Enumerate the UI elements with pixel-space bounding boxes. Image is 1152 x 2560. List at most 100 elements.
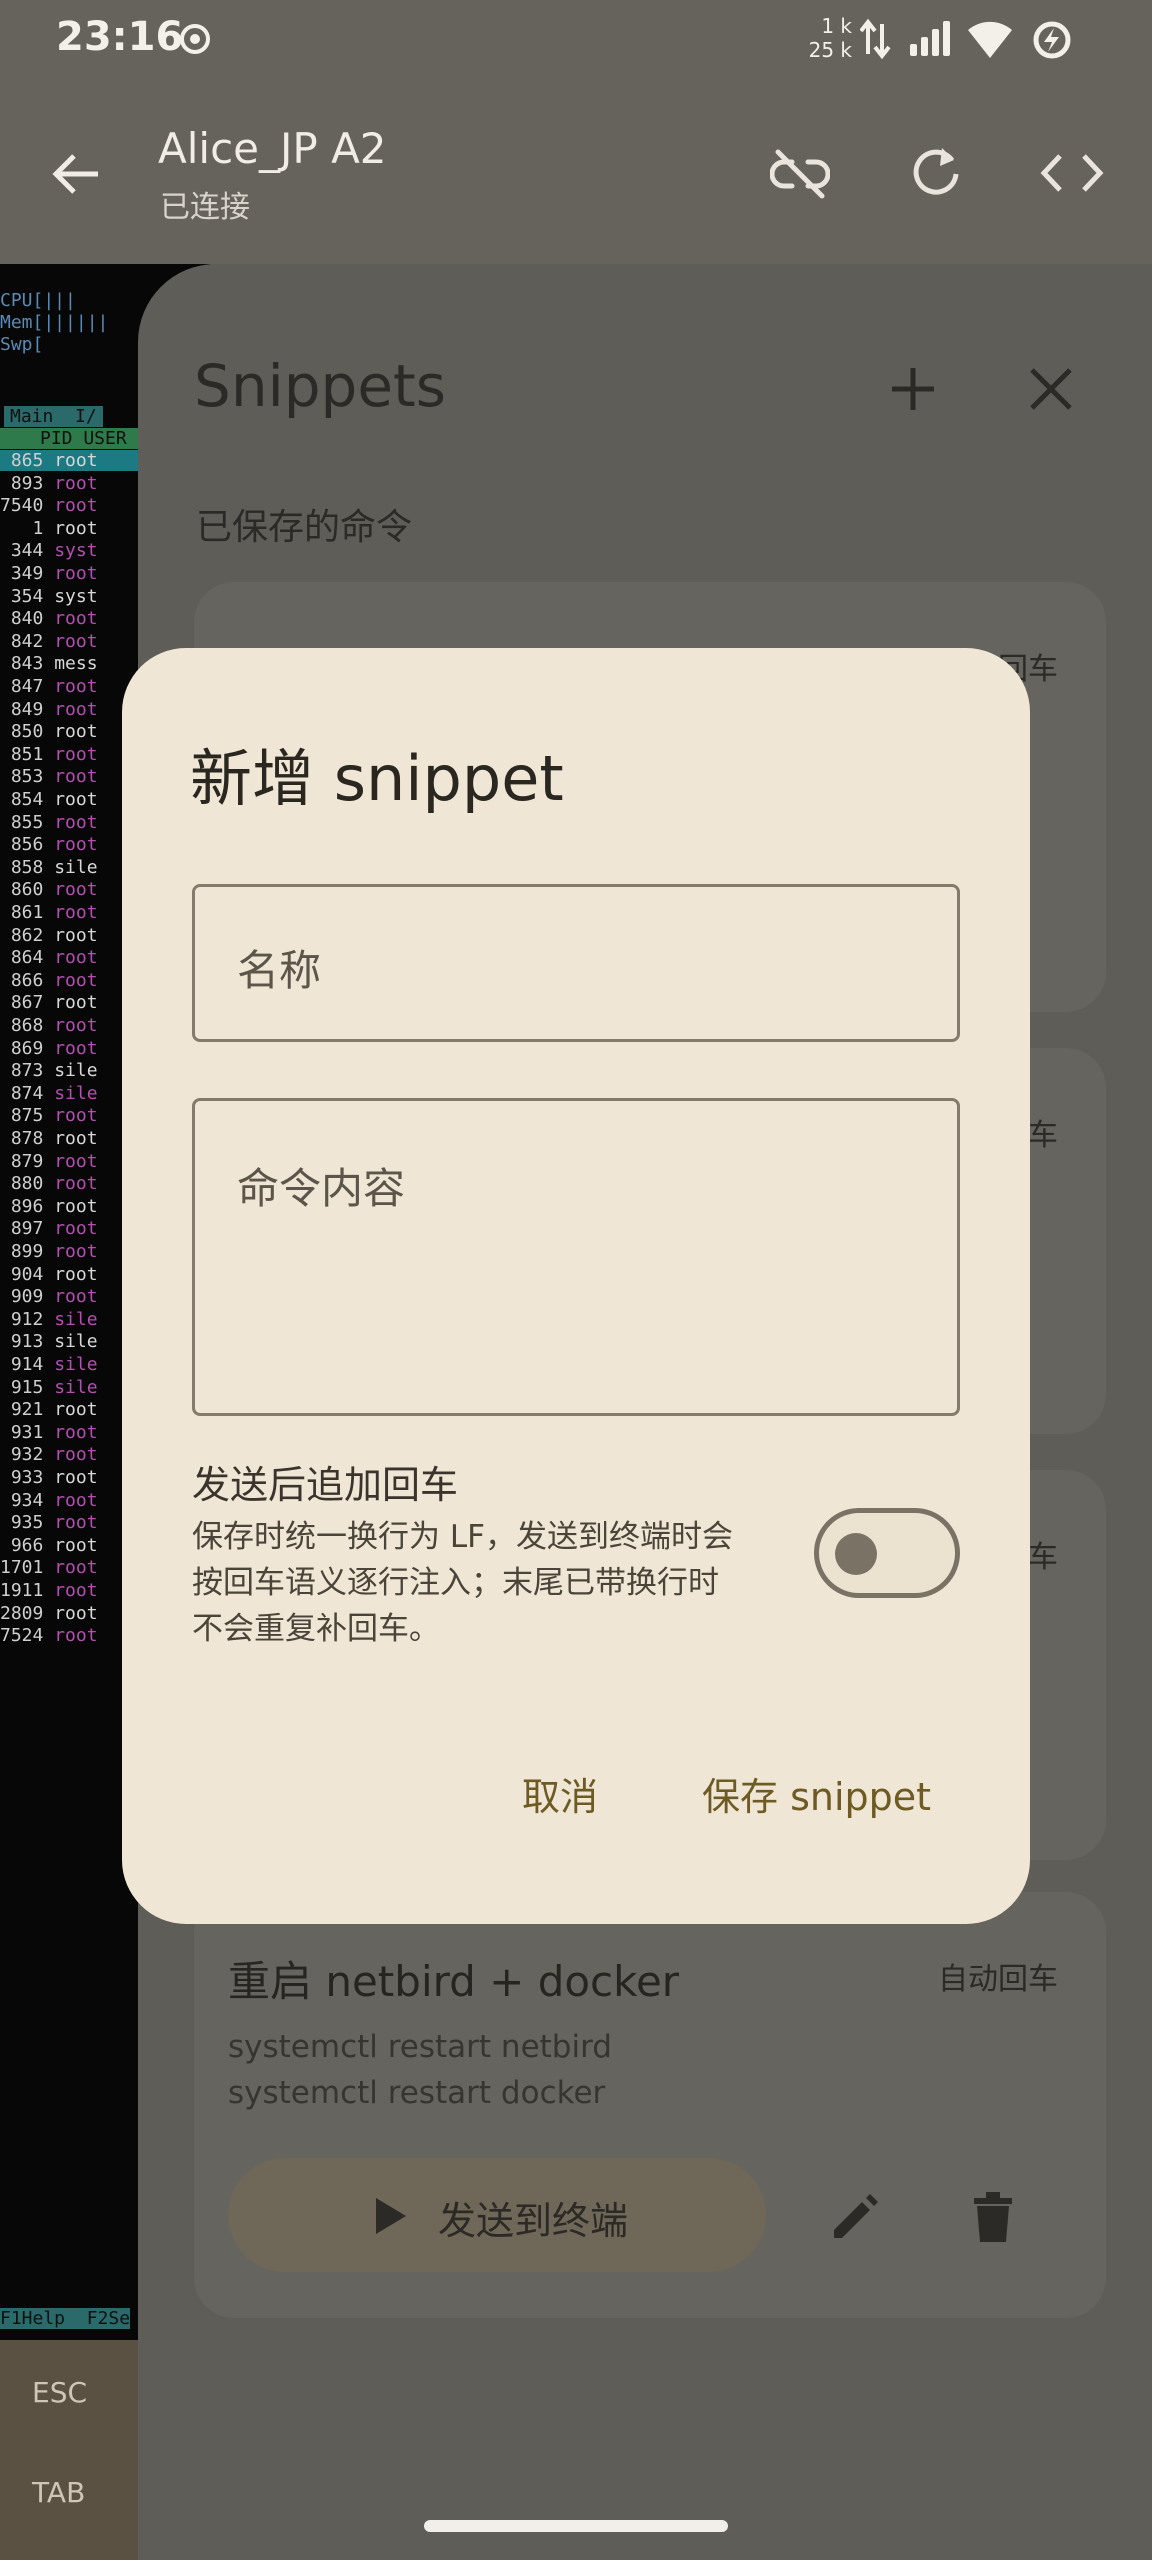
edit-icon[interactable] <box>828 2188 884 2244</box>
process-pid: 915 <box>0 1376 55 1398</box>
process-user: root <box>54 902 98 923</box>
switch-knob <box>835 1533 877 1575</box>
process-pid: 932 <box>0 1444 55 1466</box>
process-user: root <box>54 721 98 743</box>
process-pid: 849 <box>0 698 55 720</box>
process-user: root <box>54 1512 98 1534</box>
process-user: root <box>54 1128 98 1149</box>
snippet-title: 重启 netbird + docker <box>228 1957 680 2006</box>
record-icon <box>180 24 210 54</box>
process-user: root <box>54 563 98 584</box>
process-pid: 2809 <box>0 1602 55 1624</box>
process-pid: 897 <box>0 1218 55 1240</box>
process-pid: 909 <box>0 1286 55 1308</box>
process-user: root <box>54 1557 98 1579</box>
process-user: root <box>54 1489 98 1511</box>
net-up: 1 k <box>821 14 852 38</box>
description-line: 保存时统一换行为 LF，发送到终端时会 <box>192 1519 733 1555</box>
process-row: 915 sile <box>0 1377 98 1398</box>
process-user: root <box>54 924 98 946</box>
process-user: root <box>54 517 98 539</box>
home-indicator[interactable] <box>424 2520 728 2532</box>
process-user: root <box>54 1218 98 1240</box>
process-user: root <box>54 879 98 901</box>
process-row: 858 sile <box>0 857 98 878</box>
process-user: sile <box>54 856 98 878</box>
append-enter-switch[interactable] <box>814 1508 960 1598</box>
send-to-terminal-button[interactable]: 发送到终端 <box>228 2158 766 2272</box>
process-row: 7540 root <box>0 495 98 516</box>
process-user: root <box>54 450 98 471</box>
process-user: root <box>54 472 98 494</box>
snippet-command-1: systemctl restart netbird <box>228 2029 612 2065</box>
process-row: 899 root <box>0 1241 98 1262</box>
sheet-title: Snippets <box>194 352 446 420</box>
process-user: root <box>54 834 98 856</box>
delete-icon[interactable] <box>970 2188 1016 2244</box>
process-user: root <box>54 743 98 765</box>
process-pid: 866 <box>0 969 55 991</box>
process-pid: 7524 <box>0 1625 55 1647</box>
process-user: root <box>54 1241 98 1262</box>
save-snippet-button[interactable]: 保存 snippet <box>702 1766 931 1821</box>
process-pid: 842 <box>0 630 55 652</box>
term-tabs: Main I/ <box>4 406 103 427</box>
process-row: 842 root <box>0 631 98 652</box>
process-pid: 1 <box>0 517 55 539</box>
process-user: root <box>54 608 98 630</box>
snippet-auto-enter-tag: 车 <box>1028 1118 1058 1153</box>
process-user: root <box>54 969 98 991</box>
process-pid: 851 <box>0 743 55 765</box>
name-field[interactable]: 名称 <box>192 884 960 1042</box>
process-row: 869 root <box>0 1038 98 1059</box>
disconnect-icon[interactable] <box>770 146 830 202</box>
process-user: root <box>54 630 98 652</box>
process-row: 1911 root <box>0 1580 98 1601</box>
process-pid: 874 <box>0 1082 55 1104</box>
process-user: syst <box>54 585 98 607</box>
process-row: 855 root <box>0 812 98 833</box>
process-pid: 869 <box>0 1037 55 1059</box>
process-pid: 1701 <box>0 1557 55 1579</box>
process-row: 897 root <box>0 1218 98 1239</box>
refresh-icon[interactable] <box>908 144 966 202</box>
tab-key[interactable]: TAB <box>32 2476 85 2509</box>
process-row: 921 root <box>0 1399 98 1420</box>
process-row: 2809 root <box>0 1603 98 1624</box>
term-mem: Mem[|||||| <box>0 312 109 333</box>
process-row: 861 root <box>0 902 98 923</box>
process-pid: 843 <box>0 653 55 675</box>
process-user: sile <box>54 1082 98 1104</box>
process-row: 856 root <box>0 834 98 855</box>
process-pid: 840 <box>0 608 55 630</box>
process-user: root <box>54 766 98 788</box>
cancel-button[interactable]: 取消 <box>522 1766 598 1821</box>
command-field[interactable]: 命令内容 <box>192 1098 960 1416</box>
process-row: 932 root <box>0 1444 98 1465</box>
name-placeholder: 名称 <box>237 946 322 995</box>
snippet-auto-enter-tag: 自动回车 <box>938 1962 1058 1997</box>
close-icon[interactable] <box>1028 366 1074 412</box>
process-pid: 860 <box>0 879 55 901</box>
process-pid: 904 <box>0 1263 55 1285</box>
esc-key[interactable]: ESC <box>32 2376 87 2409</box>
process-pid: 858 <box>0 856 55 878</box>
process-pid: 856 <box>0 834 55 856</box>
process-pid: 878 <box>0 1128 55 1149</box>
process-pid: 867 <box>0 992 55 1014</box>
process-row: 851 root <box>0 744 98 765</box>
process-row: 868 root <box>0 1015 98 1036</box>
code-icon[interactable] <box>1040 150 1104 196</box>
process-row: 893 root <box>0 473 98 494</box>
process-row: 933 root <box>0 1467 98 1488</box>
back-icon[interactable] <box>48 146 104 202</box>
process-pid: 344 <box>0 540 55 562</box>
add-icon[interactable] <box>888 364 938 414</box>
process-pid: 912 <box>0 1308 55 1330</box>
process-pid: 879 <box>0 1150 55 1172</box>
net-down: 25 k <box>808 38 852 62</box>
snippet-auto-enter-tag: 车 <box>1028 1540 1058 1575</box>
process-pid: 847 <box>0 676 55 697</box>
connection-title: Alice_JP A2 <box>158 124 387 173</box>
process-user: root <box>54 1105 98 1127</box>
